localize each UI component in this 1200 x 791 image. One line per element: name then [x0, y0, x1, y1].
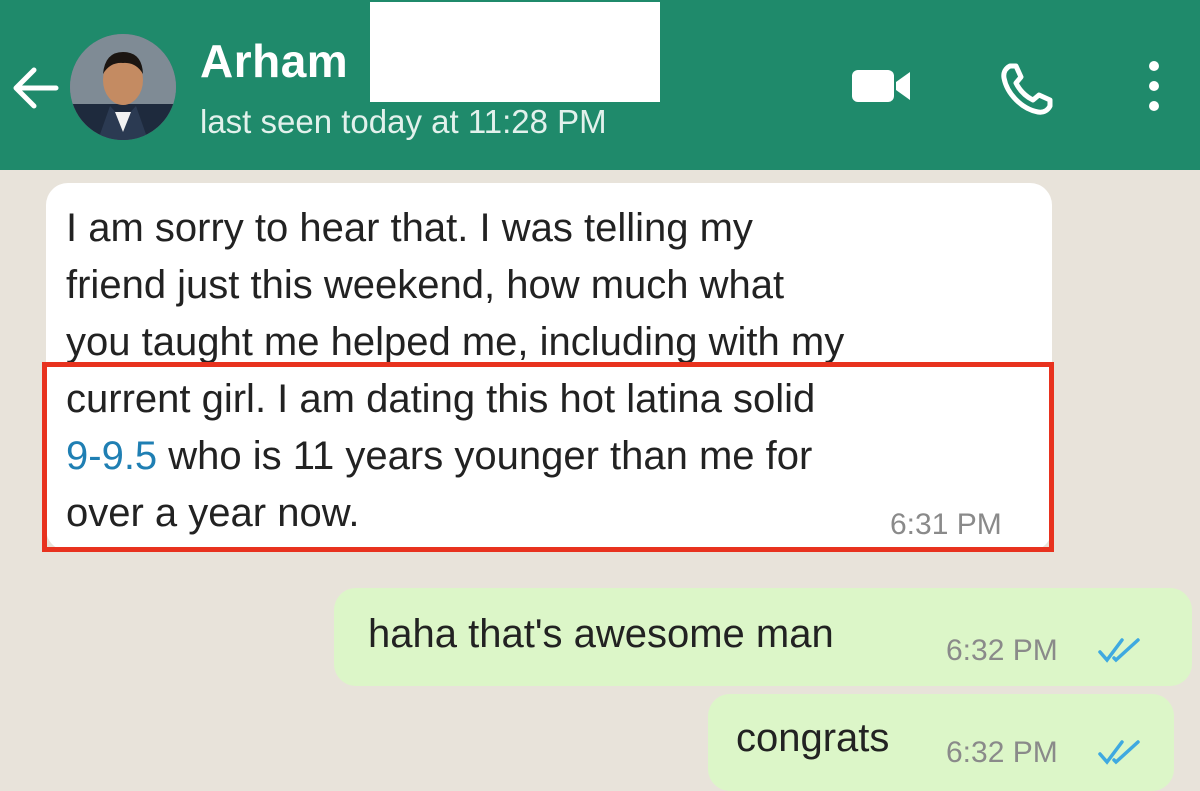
voice-call-icon[interactable]: [998, 60, 1056, 118]
more-options-icon[interactable]: [1136, 56, 1172, 120]
outgoing-message-text: haha that's awesome man: [368, 612, 834, 656]
highlight-box: [42, 362, 1054, 552]
read-receipt-icon: [1098, 738, 1142, 768]
avatar[interactable]: [70, 34, 176, 140]
message-timestamp: 6:32 PM: [946, 634, 1058, 667]
outgoing-message-text: congrats: [736, 716, 890, 760]
message-line: I am sorry to hear that. I was telling m…: [66, 206, 753, 250]
read-receipt-icon: [1098, 636, 1142, 666]
redaction-box: [370, 2, 660, 102]
contact-name[interactable]: Arham: [200, 34, 348, 88]
message-line: friend just this weekend, how much what: [66, 263, 785, 307]
message-timestamp: 6:32 PM: [946, 736, 1058, 769]
back-arrow-icon[interactable]: [8, 60, 64, 116]
chat-header: Arham last seen today at 11:28 PM: [0, 0, 1200, 170]
video-call-icon[interactable]: [848, 60, 914, 112]
last-seen-status: last seen today at 11:28 PM: [200, 103, 607, 140]
